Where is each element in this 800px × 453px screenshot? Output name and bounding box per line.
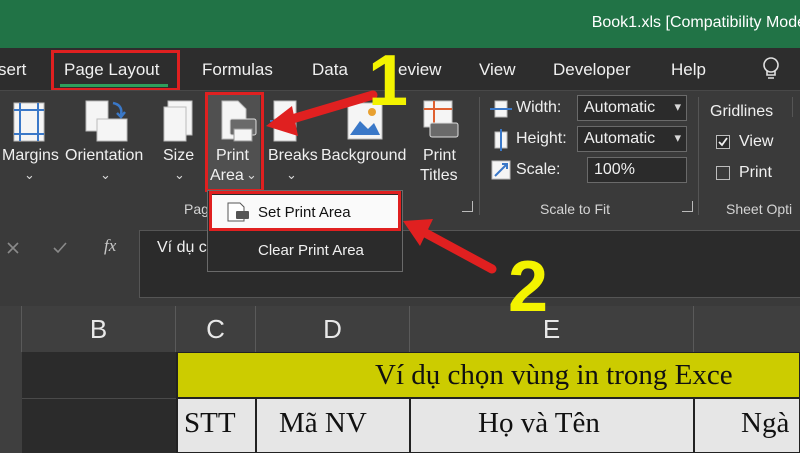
annotation-number-2: 2 bbox=[508, 247, 549, 327]
arrow-1-icon bbox=[266, 90, 378, 136]
arrow-2-icon bbox=[403, 219, 497, 274]
annotation-number-1: 1 bbox=[368, 41, 409, 121]
